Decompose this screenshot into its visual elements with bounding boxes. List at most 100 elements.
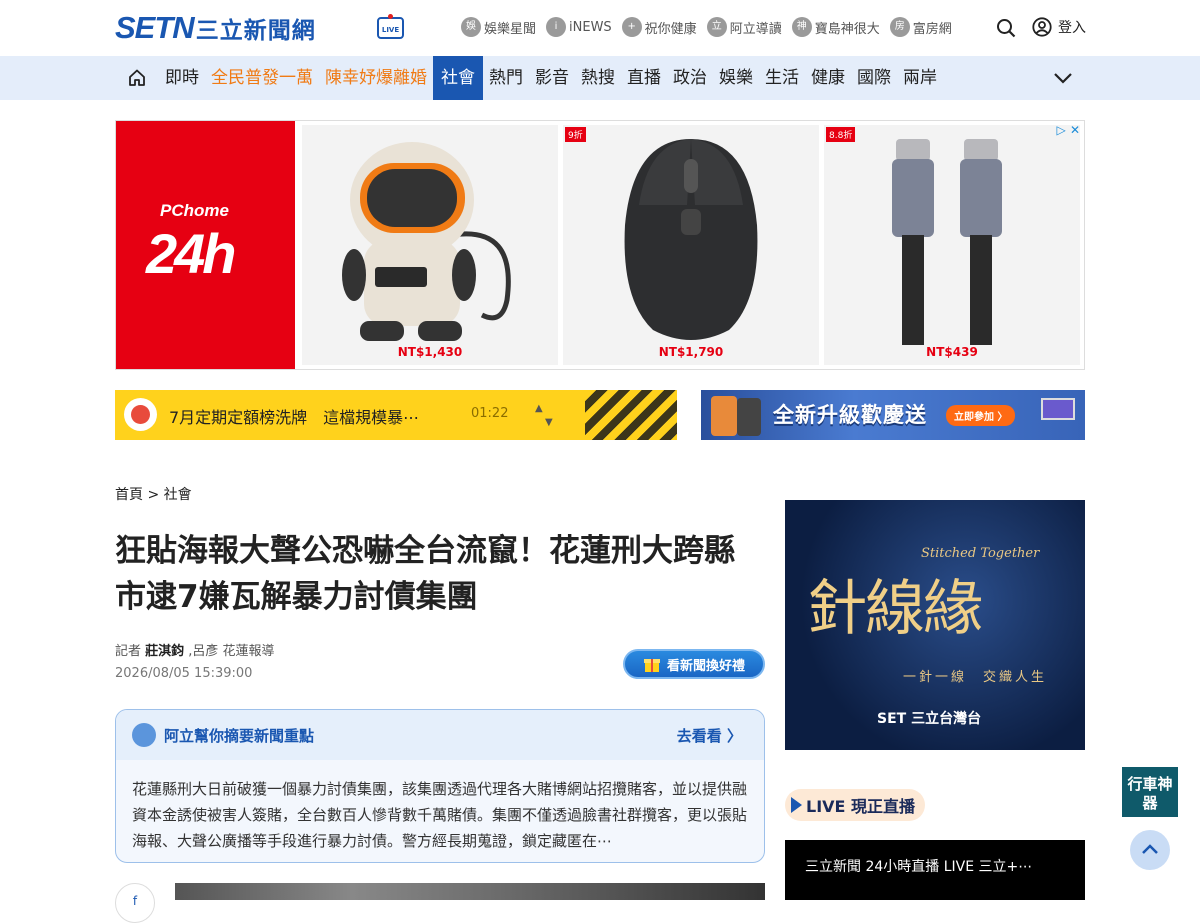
top-link-label: 祝你健康 bbox=[644, 21, 697, 37]
article-image bbox=[175, 883, 765, 900]
drama-subtitle: Stitched Together bbox=[921, 546, 1040, 561]
top-link-guide[interactable]: 立 阿立導讀 bbox=[706, 17, 782, 37]
ai-summary-box: 阿立幫你摘要新聞重點 去看看 〉 花蓮縣刑大日前破獲一個暴力討債集團，該集團透過… bbox=[115, 709, 765, 863]
top-link-label: 阿立導讀 bbox=[729, 21, 782, 37]
inews-icon: i bbox=[546, 17, 567, 37]
nav-item-health[interactable]: 健康 bbox=[805, 56, 851, 100]
promo-ad[interactable]: 全新升級歡慶送 立即參加 〉 bbox=[701, 390, 1085, 440]
byline-suffix: ,呂彥 花蓮報導 bbox=[184, 644, 275, 659]
ticker-stripes bbox=[585, 390, 677, 440]
live-now-label[interactable]: LIVE 現正直播 bbox=[785, 789, 926, 821]
entertainment-icon: 娛 bbox=[461, 17, 481, 37]
nav-item-topic-divorce[interactable]: 陳幸妤爆離婚 bbox=[319, 56, 433, 100]
audio-news-ticker[interactable]: 7月定期定額榜洗牌 這檔規模暴⋯ 01:22 ▲ ▼ bbox=[115, 390, 677, 440]
byline-prefix: 記者 bbox=[115, 644, 146, 659]
byline: 記者 莊淇鈞 ,呂彥 花蓮報導 bbox=[115, 640, 275, 659]
house-icon: 房 bbox=[889, 17, 910, 37]
summary-more-link[interactable]: 去看看 〉 bbox=[677, 725, 742, 746]
mouse-image bbox=[624, 139, 758, 340]
nav-item-politics[interactable]: 政治 bbox=[667, 56, 713, 100]
user-icon bbox=[1032, 17, 1052, 37]
nav-item-life[interactable]: 生活 bbox=[759, 56, 805, 100]
summary-body: 花蓮縣刑大日前破獲一個暴力討債集團，該集團透過代理各大賭博網站招攬賭客，並以提供… bbox=[132, 780, 748, 850]
drama-title: 針線緣 bbox=[807, 574, 983, 644]
nav-item-live-news[interactable]: 即時 bbox=[159, 56, 205, 100]
ticker-arrows-icon[interactable]: ▲ ▼ bbox=[535, 402, 553, 430]
top-link-temple[interactable]: 神 寶島神很大 bbox=[791, 17, 880, 37]
nav-item-entertainment[interactable]: 娛樂 bbox=[713, 56, 759, 100]
temple-icon: 神 bbox=[791, 17, 812, 37]
speaker-icon[interactable] bbox=[124, 398, 157, 431]
nav-item-trending[interactable]: 熱搜 bbox=[575, 56, 621, 100]
ad-product-speaker[interactable]: NT$1,430 bbox=[302, 125, 558, 365]
health-icon: + bbox=[621, 17, 642, 37]
top-link-inews[interactable]: i iNEWS bbox=[546, 17, 612, 37]
promo-ad-button[interactable]: 立即參加 〉 bbox=[946, 405, 1016, 426]
adchoices-close-icon[interactable]: ▷ ✕ bbox=[1057, 123, 1080, 137]
nav-item-video[interactable]: 影音 bbox=[529, 56, 575, 100]
nav-item-topic-stimulus[interactable]: 全民普發一萬 bbox=[205, 56, 319, 100]
nav-item-hot[interactable]: 熱門 bbox=[483, 56, 529, 100]
pchome-logo: PChome 24h bbox=[116, 121, 295, 369]
ad-product-price: NT$1,430 bbox=[397, 345, 463, 359]
logo-text-cn: 三立新聞網 bbox=[195, 18, 316, 44]
guide-icon: 立 bbox=[706, 17, 727, 37]
live-video-player[interactable]: 三立新聞 24小時直播 LIVE 三立+⋯ bbox=[785, 840, 1085, 900]
ad-product-price: NT$1,790 bbox=[658, 345, 724, 359]
promo-ad-text: 全新升級歡慶送 bbox=[773, 403, 927, 427]
phone-image bbox=[711, 396, 737, 436]
top-link-health[interactable]: + 祝你健康 bbox=[621, 17, 697, 37]
top-link-label: 富房網 bbox=[912, 21, 952, 37]
ad-product-price: NT$439 bbox=[926, 345, 978, 359]
summary-title: 阿立幫你摘要新聞重點 bbox=[164, 726, 315, 745]
gift-icon bbox=[643, 659, 660, 672]
site-logo[interactable]: SETN 三立新聞網 bbox=[115, 10, 316, 45]
publish-datetime: 2026/08/05 15:39:00 bbox=[115, 666, 253, 681]
live-now-text: LIVE 現正直播 bbox=[806, 797, 916, 816]
phone-image bbox=[737, 398, 761, 436]
main-nav: 即時 全民普發一萬 陳幸妤爆離婚 社會 熱門 影音 熱搜 直播 政治 娛樂 生活… bbox=[0, 56, 1200, 100]
author-name[interactable]: 莊淇鈞 bbox=[145, 644, 184, 659]
nav-item-livestream[interactable]: 直播 bbox=[621, 56, 667, 100]
chevron-up-icon bbox=[1142, 844, 1158, 854]
top-link-house[interactable]: 房 富房網 bbox=[889, 17, 952, 37]
logo-text-en: SETN bbox=[115, 10, 195, 45]
live-tv-icon[interactable]: LIVE bbox=[377, 14, 404, 39]
article-title: 狂貼海報大聲公恐嚇全台流竄！花蓮刑大跨縣市逮7嫌瓦解暴力討債集團 bbox=[115, 533, 735, 615]
login-button[interactable]: 登入 bbox=[1032, 17, 1086, 37]
laptop-image bbox=[1041, 398, 1075, 420]
discount-badge: 9折 bbox=[565, 127, 586, 142]
assistant-icon bbox=[132, 723, 156, 747]
ad-product-mouse[interactable]: 9折 NT$1,790 bbox=[563, 125, 819, 365]
nav-item-cross-strait[interactable]: 兩岸 bbox=[897, 56, 943, 100]
play-icon bbox=[791, 797, 802, 813]
drama-tagline: 一針一線 交織人生 bbox=[903, 670, 1048, 685]
breadcrumb[interactable]: 首頁 > 社會 bbox=[115, 484, 192, 504]
ad-banner[interactable]: PChome 24h NT$1,430 9折 NT$1,790 8.8折 NT$… bbox=[115, 120, 1085, 370]
chevron-down-icon[interactable] bbox=[1052, 68, 1074, 88]
top-links: 娛 娛樂星聞 i iNEWS + 祝你健康 立 阿立導讀 神 寶島神很大 房 富… bbox=[461, 17, 952, 37]
usb-cable-image bbox=[892, 139, 1002, 347]
top-link-label: iNEWS bbox=[569, 19, 612, 35]
live-video-title[interactable]: 三立新聞 24小時直播 LIVE 三立+⋯ bbox=[805, 856, 1032, 876]
pchome-logo-text: PChome bbox=[160, 201, 229, 220]
top-link-label: 娛樂星聞 bbox=[484, 21, 537, 37]
channel-brand: SET 三立台灣台 bbox=[877, 711, 982, 727]
nav-item-international[interactable]: 國際 bbox=[851, 56, 897, 100]
summary-header: 阿立幫你摘要新聞重點 bbox=[116, 710, 764, 760]
back-to-top-button[interactable] bbox=[1130, 830, 1170, 870]
discount-badge: 8.8折 bbox=[826, 127, 856, 142]
top-link-entertainment[interactable]: 娛 娛樂星聞 bbox=[461, 17, 536, 37]
facebook-share-icon[interactable]: f bbox=[115, 883, 155, 923]
home-icon[interactable] bbox=[115, 56, 159, 100]
top-bar: SETN 三立新聞網 LIVE 娛 娛樂星聞 i iNEWS + 祝你健康 立 … bbox=[0, 0, 1200, 56]
gift-reward-button[interactable]: 看新聞換好禮 bbox=[623, 649, 765, 679]
car-gadget-float-badge[interactable]: 行車神器 bbox=[1120, 765, 1180, 819]
sidebar-drama-ad[interactable]: Stitched Together 針線緣 一針一線 交織人生 SET 三立台灣… bbox=[785, 500, 1085, 750]
ad-product-cable[interactable]: 8.8折 NT$439 bbox=[824, 125, 1080, 365]
search-icon[interactable] bbox=[996, 18, 1016, 38]
ticker-headline[interactable]: 7月定期定額榜洗牌 這檔規模暴⋯ bbox=[169, 404, 419, 428]
ticker-time: 01:22 bbox=[471, 406, 509, 421]
pchome-logo-24h: 24h bbox=[146, 222, 236, 285]
nav-item-society[interactable]: 社會 bbox=[433, 56, 483, 100]
